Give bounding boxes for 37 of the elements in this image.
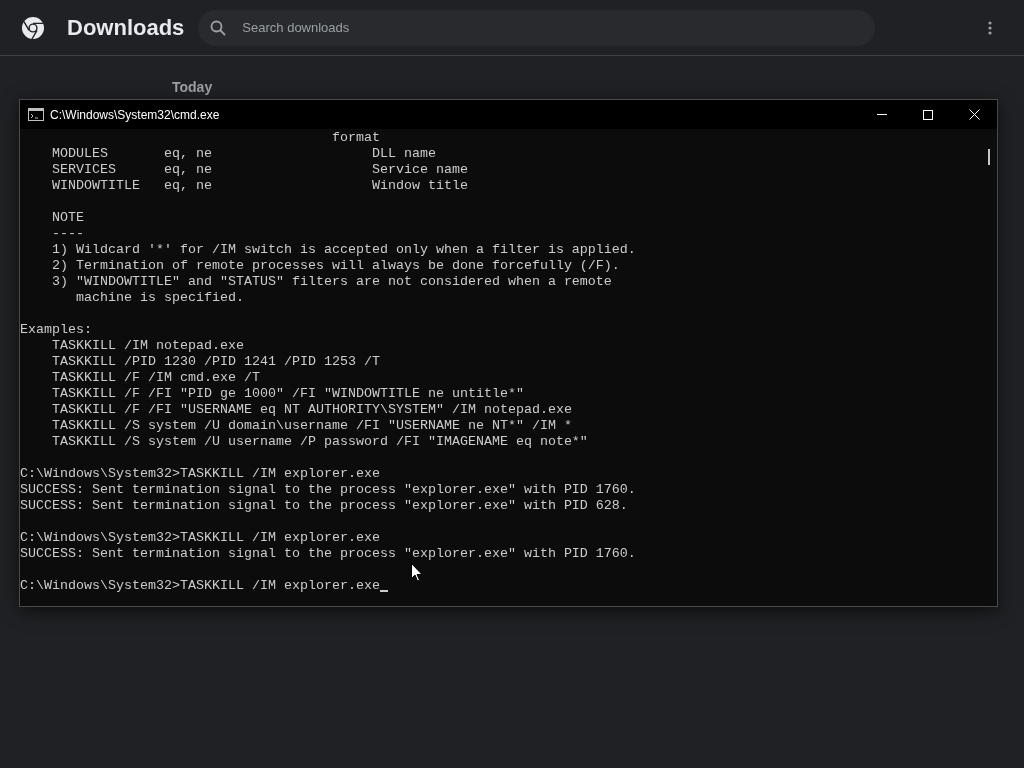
console-line: TASKKILL /S system /U username /P password /FI "IMAGENAME eq note*" (51, 434, 588, 450)
console-line: WINDOWTITLE eq, ne Window title (51, 178, 468, 194)
console-line: 2) Termination of remote processes will always be done forcefully (/F). (51, 258, 620, 274)
console-line: SUCCESS: Sent termination signal to the process "explorer.exe" with PID 1760. (20, 546, 636, 562)
console-line: SUCCESS: Sent termination signal to the process "explorer.exe" with PID 1760. (20, 482, 636, 498)
console-line: NOTE (51, 210, 84, 226)
console-icon (28, 108, 44, 121)
scrollbar-thumb[interactable] (987, 149, 990, 165)
console-line: C:\Windows\System32>TASKKILL /IM explorer.exe (20, 530, 380, 546)
page-title: Downloads (67, 14, 185, 42)
close-icon (968, 109, 980, 120)
console-line: ---- (51, 226, 84, 242)
console-line: TASKKILL /F /IM cmd.exe /T (51, 370, 260, 386)
console-line: machine is specified. (75, 290, 244, 306)
search-field[interactable]: Search downloads (198, 9, 876, 46)
console-line: 1) Wildcard '*' for /IM switch is accepted only when a filter is applied. (51, 242, 636, 258)
console-line: 3) "WINDOWTITLE" and "STATUS" filters are not considered when a remote (51, 274, 612, 290)
console-line: TASKKILL /PID 1230 /PID 1241 /PID 1253 /T (51, 354, 380, 370)
console-line: C:\Windows\System32>TASKKILL /IM explorer.exe (20, 466, 380, 482)
console-line: TASKKILL /IM notepad.exe (51, 338, 244, 354)
console-line: TASKKILL /S system /U domain\username /FI "USERNAME ne NT*" /IM * (51, 418, 572, 434)
section-heading: Today (172, 79, 213, 95)
scrollbar[interactable] (980, 129, 997, 606)
console-line: TASKKILL /F /FI "USERNAME eq NT AUTHORITY\SYSTEM" /IM notepad.exe (51, 402, 572, 418)
more-menu-icon[interactable] (988, 20, 992, 35)
console-line: format (330, 130, 380, 146)
console-line: C:\Windows\System32>TASKKILL /IM explorer.exe (20, 578, 380, 594)
console-line: MODULES eq, ne DLL name (51, 146, 436, 162)
console-line: SUCCESS: Sent termination signal to the process "explorer.exe" with PID 628. (20, 498, 628, 514)
browser-logo-icon (21, 15, 45, 40)
window-title: C:\Windows\System32\cmd.exe (50, 106, 220, 124)
maximize-icon (923, 109, 933, 120)
console-line: TASKKILL /F /FI "PID ge 1000" /FI "WINDOWTITLE ne untitle*" (51, 386, 524, 402)
console-line: SERVICES eq, ne Service name (51, 162, 468, 178)
console-line: Examples: (20, 322, 92, 338)
mouse-pointer-icon (411, 563, 423, 582)
minimize-icon (877, 114, 887, 115)
